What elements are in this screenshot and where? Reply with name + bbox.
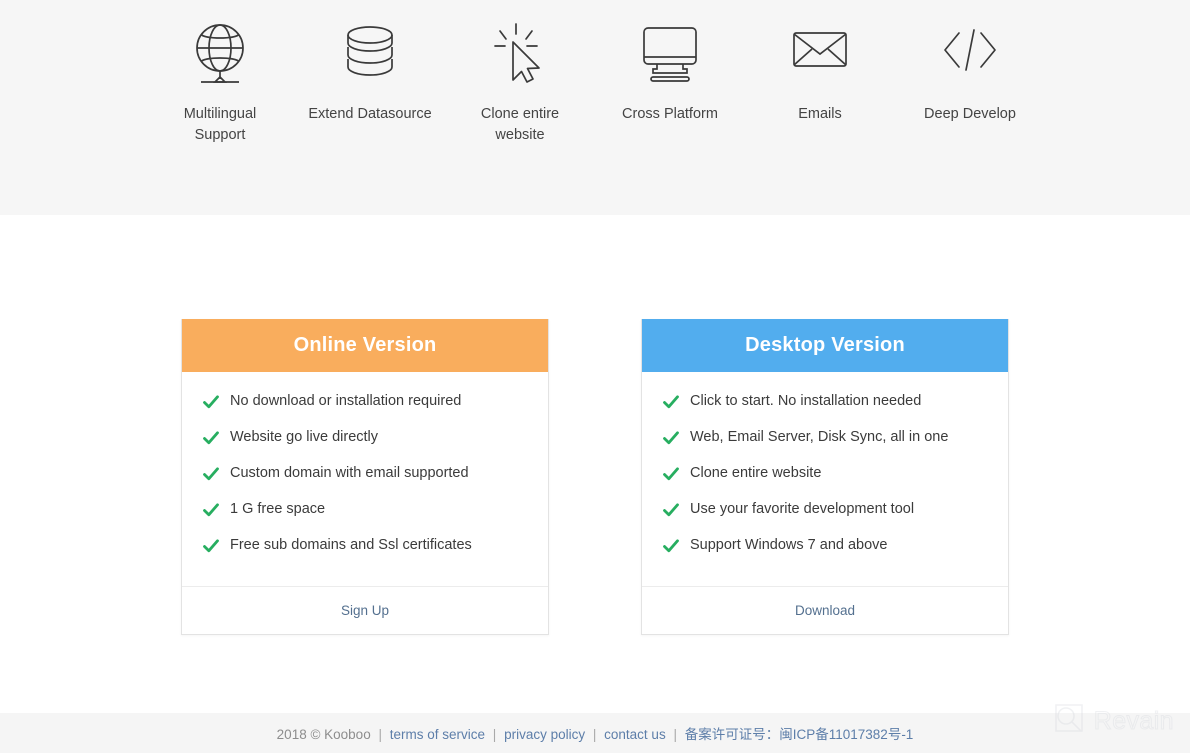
feature-emails[interactable]: Emails (750, 18, 890, 146)
feature-deep-develop[interactable]: Deep Develop (900, 18, 1040, 146)
pricing-card-online: Online Version No download or installati… (181, 319, 549, 635)
card-footer-online: Sign Up (182, 586, 548, 634)
monitor-icon (639, 18, 701, 90)
pricing-section: Online Version No download or installati… (0, 319, 1190, 635)
contact-us-link[interactable]: contact us (604, 727, 666, 742)
feature-clone-entire-website[interactable]: Clone entire website (450, 18, 590, 146)
feature-text: Use your favorite development tool (690, 501, 915, 517)
feature-multilingual-support[interactable]: Multilingual Support (150, 18, 290, 146)
list-item: Use your favorite development tool (642, 498, 1008, 534)
feature-text: Website go live directly (230, 429, 379, 445)
copyright-text: 2018 © Kooboo (276, 727, 371, 742)
terms-of-service-link[interactable]: terms of service (390, 727, 485, 742)
list-item: Clone entire website (642, 462, 1008, 498)
feature-text: Free sub domains and Ssl certificates (230, 537, 472, 553)
globe-icon (191, 18, 249, 90)
feature-label: Clone entire website (480, 106, 560, 143)
feature-cross-platform[interactable]: Cross Platform (600, 18, 740, 146)
feature-text: Custom domain with email supported (230, 465, 469, 481)
list-item: Website go live directly (182, 426, 548, 462)
landing-page: Multilingual Support Extend Datasource C… (0, 0, 1190, 753)
check-icon (202, 429, 220, 447)
feature-text: Web, Email Server, Disk Sync, all in one (690, 429, 949, 445)
separator: | (492, 727, 497, 742)
pricing-card-desktop: Desktop Version Click to start. No insta… (641, 319, 1009, 635)
envelope-icon (789, 18, 851, 90)
check-icon (662, 537, 680, 555)
list-item: Free sub domains and Ssl certificates (182, 534, 548, 570)
list-item: Click to start. No installation needed (642, 390, 1008, 426)
features-section: Multilingual Support Extend Datasource C… (0, 0, 1190, 215)
feature-label: Extend Datasource (308, 106, 432, 122)
database-icon (341, 18, 399, 90)
check-icon (662, 429, 680, 447)
check-icon (202, 501, 220, 519)
card-footer-desktop: Download (642, 586, 1008, 634)
features-row: Multilingual Support Extend Datasource C… (0, 0, 1190, 146)
card-title-desktop: Desktop Version (642, 319, 1008, 372)
privacy-policy-link[interactable]: privacy policy (504, 727, 585, 742)
feature-text: No download or installation required (230, 393, 462, 409)
check-icon (202, 537, 220, 555)
card-features-desktop: Click to start. No installation needed W… (642, 372, 1008, 586)
code-brackets-icon (939, 18, 1001, 90)
card-features-online: No download or installation required Web… (182, 372, 548, 586)
list-item: Web, Email Server, Disk Sync, all in one (642, 426, 1008, 462)
list-item: 1 G free space (182, 498, 548, 534)
feature-extend-datasource[interactable]: Extend Datasource (300, 18, 440, 146)
separator: | (592, 727, 597, 742)
separator: | (378, 727, 382, 742)
feature-text: Support Windows 7 and above (690, 537, 888, 553)
site-footer: 2018 © Kooboo | terms of service | priva… (0, 713, 1190, 753)
separator: | (673, 727, 677, 742)
feature-label: Emails (798, 106, 842, 122)
download-button[interactable]: Download (795, 603, 855, 618)
list-item: No download or installation required (182, 390, 548, 426)
check-icon (202, 393, 220, 411)
check-icon (202, 465, 220, 483)
click-cursor-icon (491, 18, 549, 90)
feature-text: 1 G free space (230, 501, 326, 517)
list-item: Custom domain with email supported (182, 462, 548, 498)
icp-license-text: 备案许可证号：闽ICP备11017382号-1 (684, 727, 914, 742)
feature-text: Clone entire website (690, 465, 822, 481)
check-icon (662, 465, 680, 483)
card-title-online: Online Version (182, 319, 548, 372)
feature-label: Multilingual Support (183, 106, 257, 143)
sign-up-button[interactable]: Sign Up (341, 603, 389, 618)
feature-text: Click to start. No installation needed (690, 393, 922, 409)
list-item: Support Windows 7 and above (642, 534, 1008, 570)
check-icon (662, 501, 680, 519)
footer-content: 2018 © Kooboo | terms of service | priva… (277, 723, 914, 743)
feature-label: Cross Platform (622, 106, 718, 122)
feature-label: Deep Develop (924, 106, 1016, 122)
check-icon (662, 393, 680, 411)
